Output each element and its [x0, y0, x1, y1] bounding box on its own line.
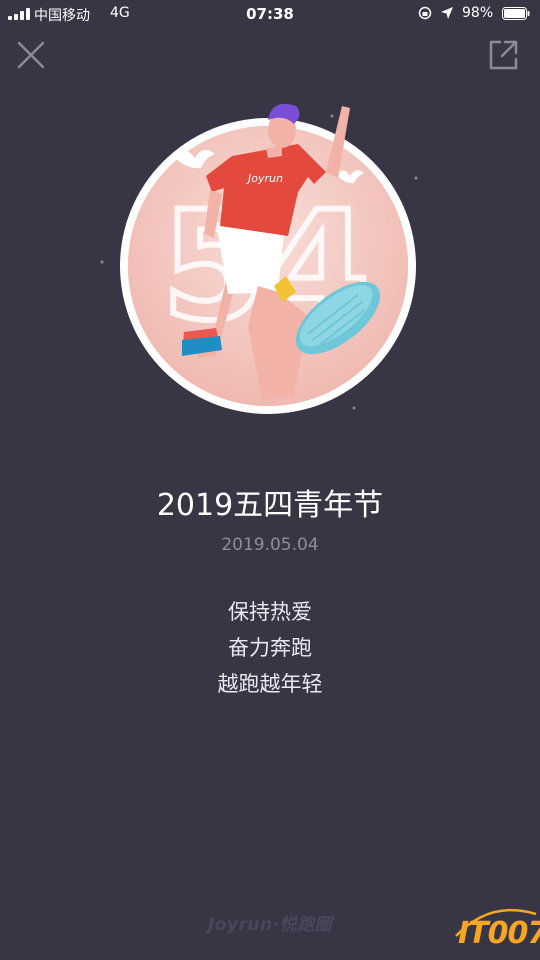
battery-icon: [502, 7, 530, 20]
location-icon: [441, 7, 453, 19]
slogan-line: 保持热爱: [228, 600, 312, 624]
slogan-line: 越跑越年轻: [217, 672, 323, 696]
status-bar: 中国移动 4G 07:38 98%: [0, 0, 540, 28]
share-icon[interactable]: [486, 38, 520, 72]
page-title: 2019五四青年节: [156, 488, 384, 523]
rotation-lock-icon: [418, 6, 432, 20]
battery-percent: 98%: [462, 5, 494, 21]
slogan-line: 奋力奔跑: [228, 636, 312, 660]
shirt-text: Joyrun: [246, 172, 283, 185]
youth-day-badge: 54 Joyrun: [100, 103, 418, 414]
watermark-logo: IT007: [458, 916, 540, 951]
event-date: 2019.05.04: [221, 535, 319, 555]
slogan-lines: 保持热爱 奋力奔跑 越跑越年轻: [0, 594, 540, 702]
status-time: 07:38: [246, 5, 294, 23]
close-icon[interactable]: [14, 38, 48, 72]
